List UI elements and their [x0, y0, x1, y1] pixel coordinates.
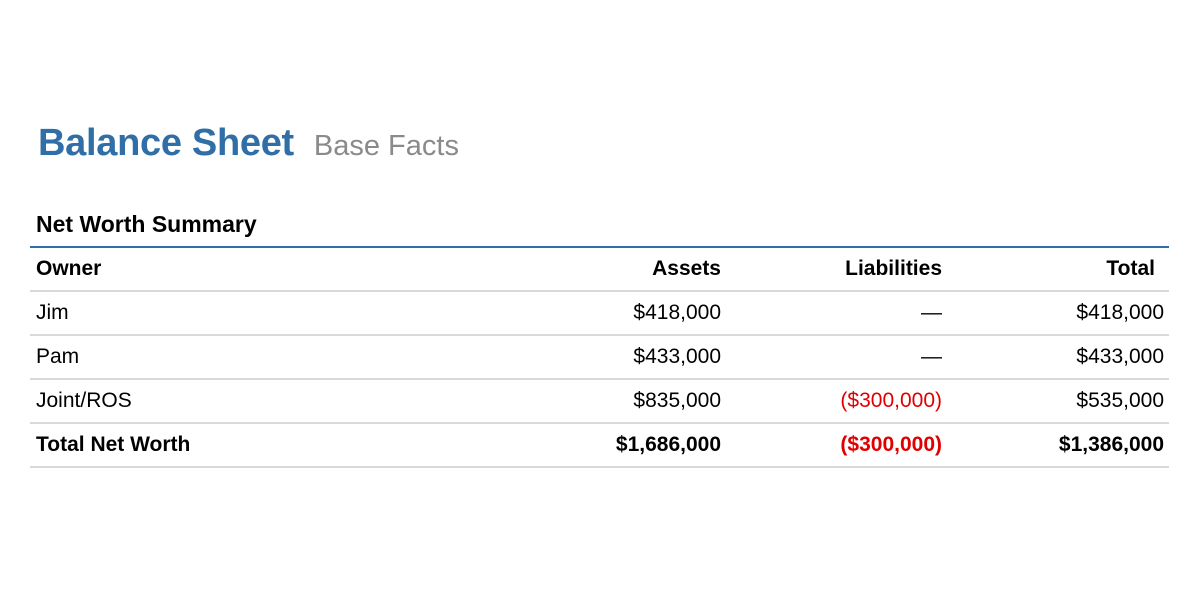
column-header-liabilities: Liabilities [845, 257, 942, 280]
cell-owner: Joint/ROS [36, 389, 132, 412]
column-header-assets: Assets [652, 257, 721, 280]
cell-total: $418,000 [1076, 301, 1164, 324]
total-assets: $1,686,000 [615, 433, 721, 456]
total-liabilities: ($300,000) [840, 433, 942, 456]
column-header-total: Total [1106, 257, 1155, 280]
balance-sheet-page: Balance Sheet Base Facts Net Worth Summa… [0, 0, 1200, 600]
table-row: Jim $418,000 — $418,000 [30, 292, 1169, 336]
table-row: Pam $433,000 — $433,000 [30, 336, 1169, 380]
page-title: Balance Sheet [38, 122, 294, 164]
cell-owner: Pam [36, 345, 80, 368]
page-header: Balance Sheet Base Facts [38, 122, 459, 165]
page-subtitle: Base Facts [313, 130, 459, 162]
table-row: Joint/ROS $835,000 ($300,000) $535,000 [30, 380, 1169, 424]
table-total-row: Total Net Worth $1,686,000 ($300,000) $1… [30, 424, 1169, 468]
total-label: Total Net Worth [36, 433, 191, 456]
cell-assets: $418,000 [633, 301, 721, 324]
cell-liabilities-negative: ($300,000) [840, 389, 942, 412]
cell-owner: Jim [36, 301, 69, 324]
cell-liabilities: — [921, 345, 942, 368]
cell-liabilities: — [921, 301, 942, 324]
cell-assets: $835,000 [633, 389, 721, 412]
total-net-worth: $1,386,000 [1058, 433, 1164, 456]
net-worth-table: Owner Assets Liabilities Total Jim $418,… [30, 248, 1169, 468]
column-header-owner: Owner [36, 257, 102, 280]
cell-assets: $433,000 [633, 345, 721, 368]
section-title: Net Worth Summary [36, 211, 257, 237]
cell-total: $433,000 [1076, 345, 1164, 368]
cell-total: $535,000 [1076, 389, 1164, 412]
table-header-row: Owner Assets Liabilities Total [30, 248, 1169, 292]
